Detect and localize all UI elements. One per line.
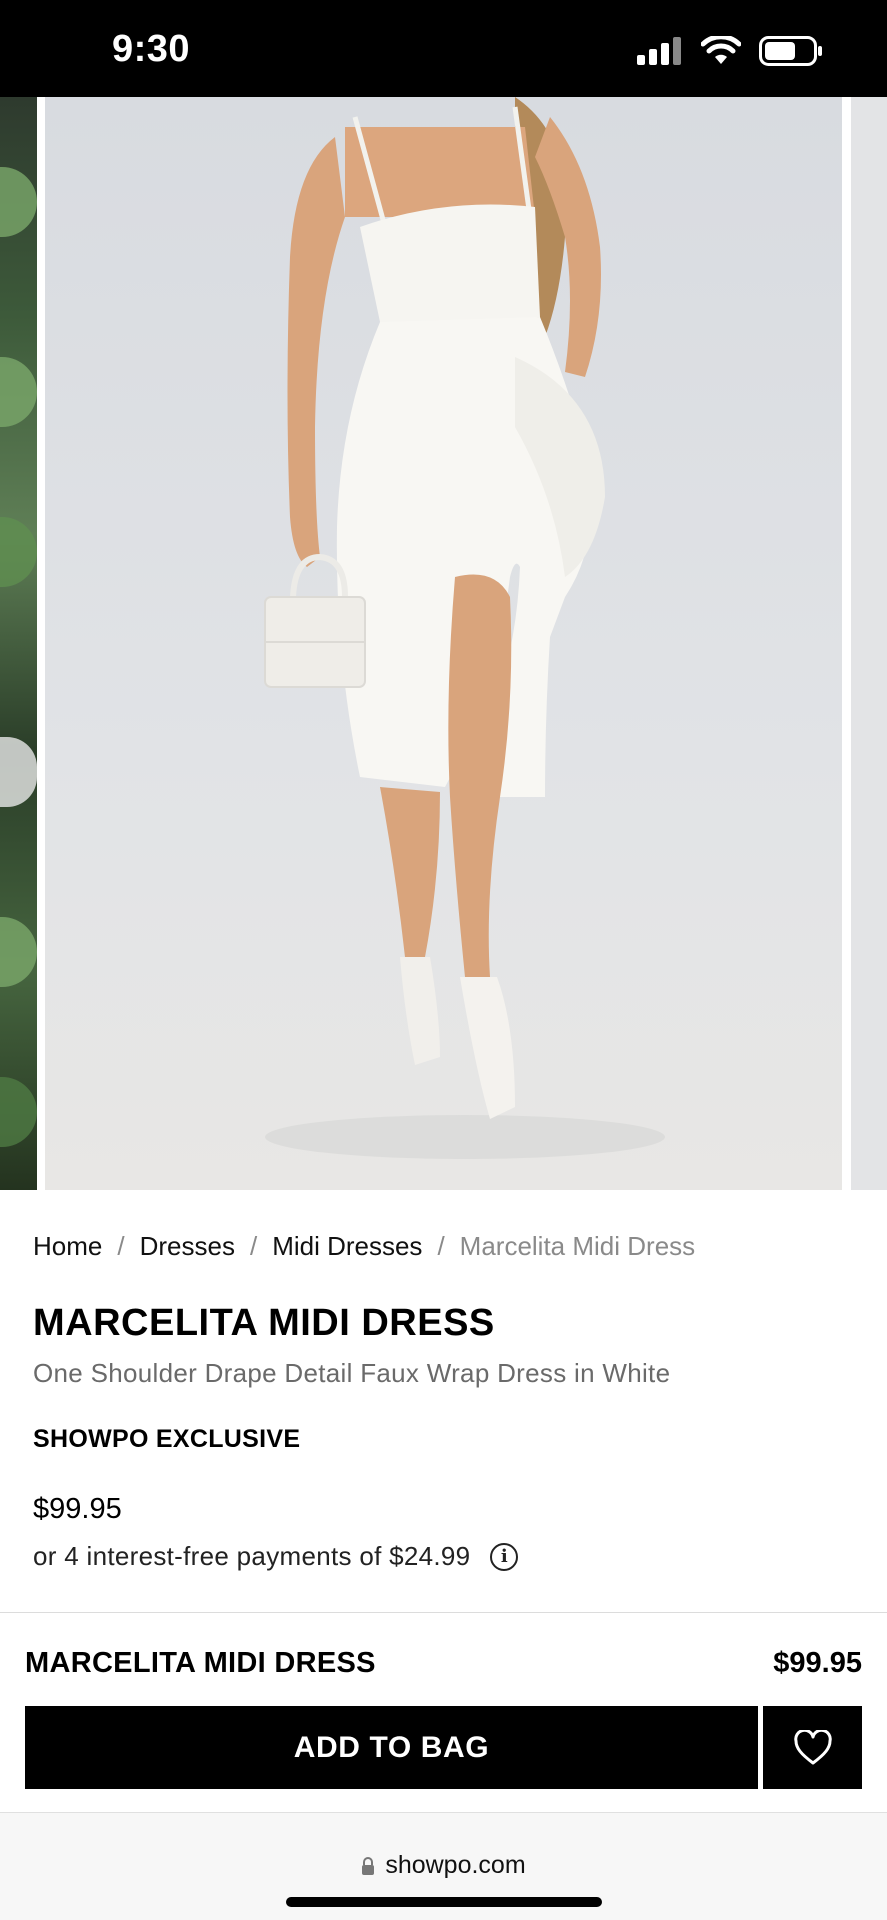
breadcrumb-separator: / (249, 1231, 258, 1261)
installments-text: or 4 interest-free payments of $24.99 (33, 1541, 471, 1571)
breadcrumb-separator: / (437, 1231, 445, 1261)
next-product-photo[interactable] (851, 97, 887, 1190)
marcelita-midi-dress-photo[interactable] (45, 97, 842, 1190)
product-title: MARCELITA MIDI DRESS (33, 1302, 495, 1344)
signal-icon (637, 37, 681, 65)
breadcrumb-dresses[interactable]: Dresses (140, 1231, 235, 1262)
exclusive-badge: SHOWPO EXCLUSIVE (33, 1425, 301, 1453)
breadcrumb-midi-dresses[interactable]: Midi Dresses (272, 1231, 422, 1262)
status-time: 9:30 (112, 28, 191, 70)
status-icons (637, 36, 823, 66)
lock-icon (362, 1856, 375, 1875)
product-subtitle: One Shoulder Drape Detail Faux Wrap Dres… (33, 1358, 671, 1388)
info-icon[interactable]: i (490, 1542, 519, 1571)
dress-model-illustration (264, 97, 665, 1159)
previous-product-photo[interactable] (0, 97, 37, 1190)
add-to-bag-button[interactable]: ADD TO BAG (25, 1706, 758, 1789)
battery-icon (759, 36, 822, 66)
home-indicator (286, 1897, 602, 1907)
status-bar: 9:30 (0, 0, 887, 97)
wifi-icon (701, 36, 741, 64)
wishlist-button[interactable] (763, 1706, 862, 1789)
heart-icon (793, 1729, 832, 1764)
product-price: $99.95 (33, 1493, 122, 1525)
url-text: showpo.com (385, 1851, 526, 1879)
url-field[interactable]: showpo.com (0, 1851, 887, 1880)
breadcrumb: Home / Dresses / Midi Dresses / Marcelit… (33, 1231, 695, 1262)
breadcrumb-home[interactable]: Home (33, 1231, 102, 1262)
product-image-carousel[interactable] (0, 97, 887, 1190)
breadcrumb-current: Marcelita Midi Dress (459, 1231, 696, 1261)
breadcrumb-separator: / (117, 1231, 125, 1261)
browser-address-bar: showpo.com (0, 1812, 887, 1920)
installments-info: or 4 interest-free payments of $24.99 i (33, 1541, 519, 1572)
sticky-purchase-bar: MARCELITA MIDI DRESS $99.95 ADD TO BAG (0, 1612, 887, 1812)
sticky-product-title: MARCELITA MIDI DRESS (25, 1647, 376, 1679)
sticky-product-price: $99.95 (773, 1647, 862, 1679)
